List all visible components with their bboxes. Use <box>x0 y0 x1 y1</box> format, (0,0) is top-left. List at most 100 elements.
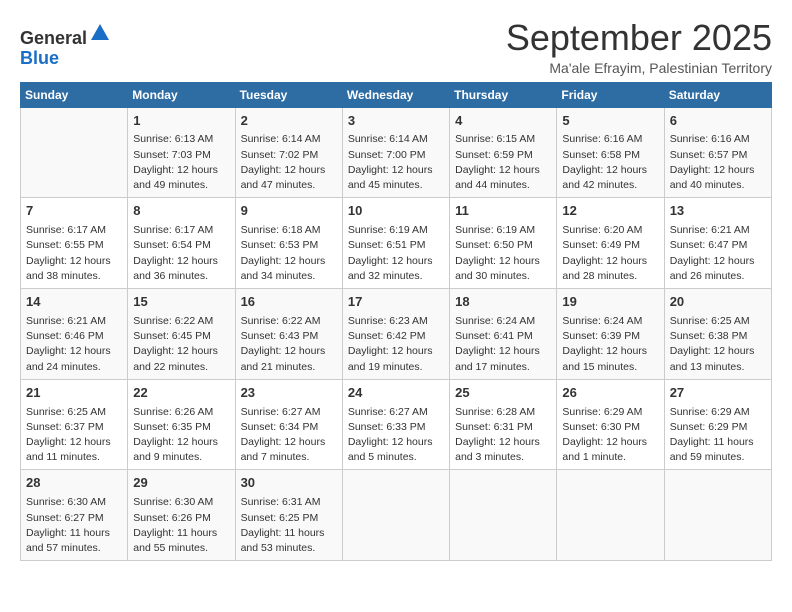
calendar-cell: 14Sunrise: 6:21 AMSunset: 6:46 PMDayligh… <box>21 289 128 380</box>
calendar-cell: 27Sunrise: 6:29 AMSunset: 6:29 PMDayligh… <box>664 379 771 470</box>
week-row: 21Sunrise: 6:25 AMSunset: 6:37 PMDayligh… <box>21 379 772 470</box>
calendar-cell: 10Sunrise: 6:19 AMSunset: 6:51 PMDayligh… <box>342 198 449 289</box>
calendar-cell: 29Sunrise: 6:30 AMSunset: 6:26 PMDayligh… <box>128 470 235 561</box>
col-header-sunday: Sunday <box>21 82 128 107</box>
cell-text: and 15 minutes. <box>562 360 658 375</box>
calendar-cell: 17Sunrise: 6:23 AMSunset: 6:42 PMDayligh… <box>342 289 449 380</box>
week-row: 28Sunrise: 6:30 AMSunset: 6:27 PMDayligh… <box>21 470 772 561</box>
day-number: 8 <box>133 202 229 221</box>
cell-text: Sunrise: 6:30 AM <box>26 495 122 510</box>
cell-text: Daylight: 12 hours <box>133 254 229 269</box>
calendar-cell: 2Sunrise: 6:14 AMSunset: 7:02 PMDaylight… <box>235 107 342 198</box>
cell-text: Sunrise: 6:29 AM <box>670 405 766 420</box>
calendar-cell: 3Sunrise: 6:14 AMSunset: 7:00 PMDaylight… <box>342 107 449 198</box>
cell-text: and 13 minutes. <box>670 360 766 375</box>
cell-text: Sunrise: 6:18 AM <box>241 223 337 238</box>
day-number: 4 <box>455 112 551 131</box>
calendar-cell <box>557 470 664 561</box>
cell-text: Daylight: 12 hours <box>26 254 122 269</box>
cell-text: Daylight: 12 hours <box>455 254 551 269</box>
cell-text: Sunset: 6:55 PM <box>26 238 122 253</box>
cell-text: Sunset: 7:02 PM <box>241 148 337 163</box>
calendar-cell <box>664 470 771 561</box>
cell-text: Sunrise: 6:27 AM <box>241 405 337 420</box>
cell-text: and 26 minutes. <box>670 269 766 284</box>
day-number: 26 <box>562 384 658 403</box>
calendar-cell: 16Sunrise: 6:22 AMSunset: 6:43 PMDayligh… <box>235 289 342 380</box>
cell-text: Sunset: 6:58 PM <box>562 148 658 163</box>
cell-text: Daylight: 12 hours <box>455 344 551 359</box>
cell-text: Daylight: 12 hours <box>26 435 122 450</box>
cell-text: Daylight: 12 hours <box>348 344 444 359</box>
cell-text: and 49 minutes. <box>133 178 229 193</box>
cell-text: Sunset: 6:37 PM <box>26 420 122 435</box>
cell-text: and 5 minutes. <box>348 450 444 465</box>
cell-text: Daylight: 12 hours <box>241 435 337 450</box>
calendar-cell: 11 Sunrise: 6:19 AMSunset: 6:50 PMDayligh… <box>450 198 557 289</box>
cell-text: Sunrise: 6:27 AM <box>348 405 444 420</box>
cell-text: Sunrise: 6:21 AM <box>26 314 122 329</box>
cell-text: Sunset: 6:33 PM <box>348 420 444 435</box>
cell-text: Daylight: 12 hours <box>670 344 766 359</box>
cell-text: Sunset: 6:59 PM <box>455 148 551 163</box>
day-number: 1 <box>133 112 229 131</box>
calendar-cell: 25Sunrise: 6:28 AMSunset: 6:31 PMDayligh… <box>450 379 557 470</box>
calendar-cell <box>450 470 557 561</box>
cell-text: and 32 minutes. <box>348 269 444 284</box>
cell-text: Sunset: 6:27 PM <box>26 511 122 526</box>
cell-text: Daylight: 12 hours <box>26 344 122 359</box>
day-number: 11 <box>455 202 551 221</box>
calendar-cell: 5Sunrise: 6:16 AMSunset: 6:58 PMDaylight… <box>557 107 664 198</box>
day-number: 6 <box>670 112 766 131</box>
logo-blue: Blue <box>20 48 59 68</box>
cell-text: and 38 minutes. <box>26 269 122 284</box>
cell-text: Daylight: 12 hours <box>455 163 551 178</box>
cell-text: Daylight: 12 hours <box>133 435 229 450</box>
cell-text: Sunset: 6:39 PM <box>562 329 658 344</box>
cell-text: Sunrise: 6:20 AM <box>562 223 658 238</box>
logo: General Blue <box>20 22 111 69</box>
cell-text: Sunset: 6:54 PM <box>133 238 229 253</box>
cell-text: Daylight: 12 hours <box>133 344 229 359</box>
cell-text: Sunrise: 6:14 AM <box>241 132 337 147</box>
day-number: 19 <box>562 293 658 312</box>
cell-text: Sunrise: 6:22 AM <box>133 314 229 329</box>
cell-text: Sunset: 6:49 PM <box>562 238 658 253</box>
cell-text: Sunset: 6:51 PM <box>348 238 444 253</box>
cell-text: Daylight: 12 hours <box>241 254 337 269</box>
col-header-tuesday: Tuesday <box>235 82 342 107</box>
week-row: 7Sunrise: 6:17 AMSunset: 6:55 PMDaylight… <box>21 198 772 289</box>
cell-text: and 47 minutes. <box>241 178 337 193</box>
cell-text: Daylight: 12 hours <box>241 163 337 178</box>
day-number: 30 <box>241 474 337 493</box>
calendar-cell: 20Sunrise: 6:25 AMSunset: 6:38 PMDayligh… <box>664 289 771 380</box>
page-header: General Blue September 2025 Ma'ale Efray… <box>20 18 772 76</box>
col-header-friday: Friday <box>557 82 664 107</box>
calendar-cell: 30Sunrise: 6:31 AMSunset: 6:25 PMDayligh… <box>235 470 342 561</box>
cell-text: Daylight: 12 hours <box>455 435 551 450</box>
cell-text: Sunrise: 6:24 AM <box>455 314 551 329</box>
header-row: SundayMondayTuesdayWednesdayThursdayFrid… <box>21 82 772 107</box>
cell-text: Daylight: 12 hours <box>562 435 658 450</box>
calendar-cell: 24Sunrise: 6:27 AMSunset: 6:33 PMDayligh… <box>342 379 449 470</box>
cell-text: and 30 minutes. <box>455 269 551 284</box>
day-number: 9 <box>241 202 337 221</box>
day-number: 13 <box>670 202 766 221</box>
cell-text: Daylight: 12 hours <box>348 163 444 178</box>
cell-text: Sunset: 6:50 PM <box>455 238 551 253</box>
day-number: 14 <box>26 293 122 312</box>
cell-text: and 45 minutes. <box>348 178 444 193</box>
cell-text: Sunset: 6:43 PM <box>241 329 337 344</box>
cell-text: Sunrise: 6:17 AM <box>133 223 229 238</box>
cell-text: Sunset: 6:47 PM <box>670 238 766 253</box>
cell-text: Sunset: 7:03 PM <box>133 148 229 163</box>
calendar-cell: 23Sunrise: 6:27 AMSunset: 6:34 PMDayligh… <box>235 379 342 470</box>
cell-text: and 19 minutes. <box>348 360 444 375</box>
day-number: 17 <box>348 293 444 312</box>
cell-text: Sunset: 6:38 PM <box>670 329 766 344</box>
cell-text: Daylight: 12 hours <box>562 163 658 178</box>
cell-text: and 3 minutes. <box>455 450 551 465</box>
day-number: 28 <box>26 474 122 493</box>
col-header-saturday: Saturday <box>664 82 771 107</box>
cell-text: Sunrise: 6:19 AM <box>455 223 551 238</box>
